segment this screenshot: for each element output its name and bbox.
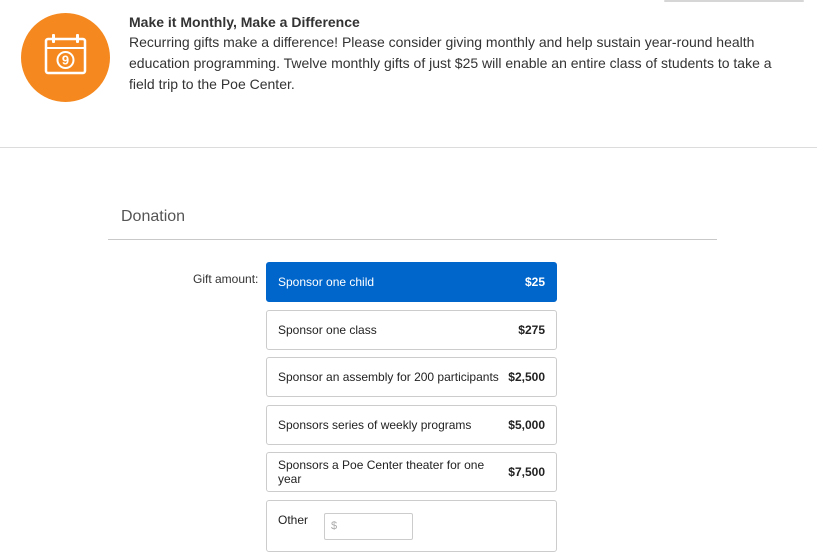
gift-amount-label: Gift amount:	[193, 272, 259, 286]
badge-number: 9	[62, 53, 69, 68]
badge-circle: 9	[21, 13, 110, 102]
banner-body: Recurring gifts make a difference! Pleas…	[129, 34, 772, 92]
other-amount-label: Other	[278, 512, 309, 527]
gift-amount-options: Sponsor one child $25 Sponsor one class …	[266, 262, 557, 552]
gift-option-amount: $7,500	[508, 465, 545, 479]
gift-option-weekly-programs[interactable]: Sponsors series of weekly programs $5,00…	[266, 404, 557, 445]
donation-heading-underline	[108, 239, 717, 240]
monthly-giving-banner: 9 Make it Monthly, Make a Difference Rec…	[0, 0, 817, 148]
calendar-icon: 9	[44, 34, 87, 75]
currency-prefix: $	[331, 519, 338, 532]
gift-option-other[interactable]: Other $	[266, 499, 557, 552]
section-divider	[0, 147, 817, 148]
gift-option-amount: $275	[518, 322, 545, 337]
gift-option-amount: $2,500	[508, 370, 545, 384]
banner-title: Make it Monthly, Make a Difference	[129, 14, 360, 30]
banner-text: Make it Monthly, Make a Difference Recur…	[129, 13, 799, 95]
gift-option-label: Sponsor one child	[278, 275, 375, 289]
gift-option-theater-year[interactable]: Sponsors a Poe Center theater for one ye…	[266, 452, 557, 492]
gift-option-sponsor-assembly[interactable]: Sponsor an assembly for 200 participants…	[266, 357, 557, 397]
gift-option-sponsor-child[interactable]: Sponsor one child $25	[266, 262, 557, 302]
gift-option-label: Sponsor one class	[278, 322, 377, 337]
gift-option-label: Sponsors a Poe Center theater for one ye…	[278, 458, 485, 486]
gift-option-label: Sponsors series of weekly programs	[278, 417, 472, 432]
donation-heading: Donation	[121, 208, 186, 225]
other-amount-field[interactable]: $	[324, 512, 413, 540]
gift-option-amount: $5,000	[508, 417, 545, 432]
gift-option-label: Sponsor an assembly for 200 participants	[278, 370, 499, 384]
gift-option-amount: $25	[524, 275, 545, 289]
gift-option-sponsor-class[interactable]: Sponsor one class $275	[266, 309, 557, 350]
other-amount-input[interactable]	[340, 515, 410, 537]
